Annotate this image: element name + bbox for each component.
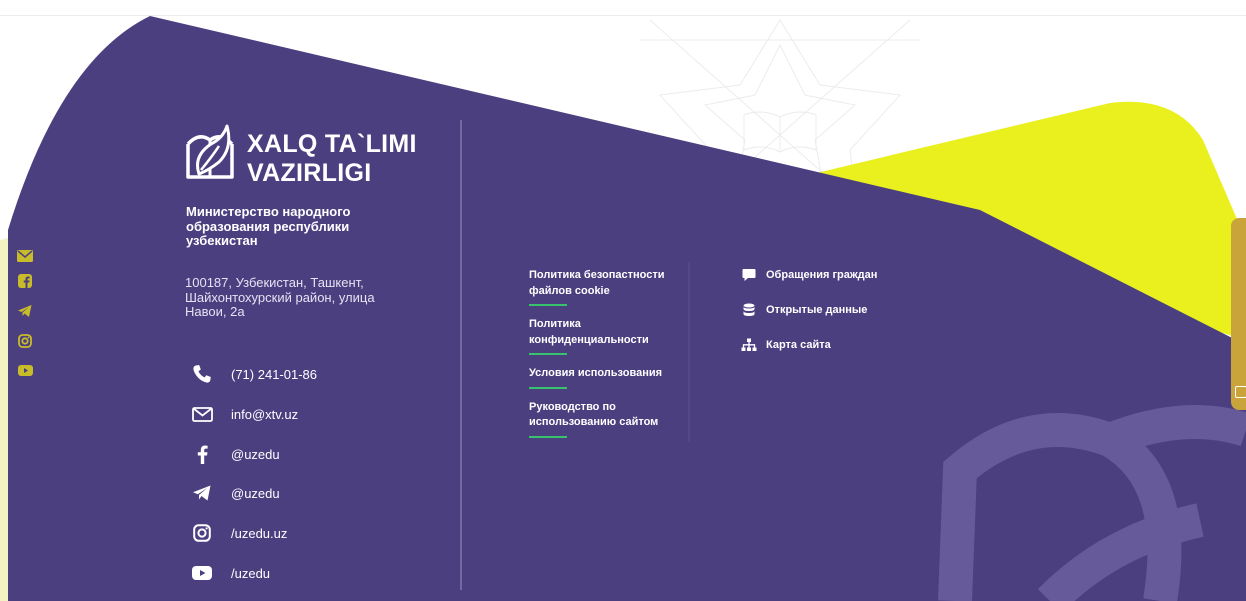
chat-icon: [741, 267, 757, 283]
citizens-appeals-link[interactable]: Обращения граждан: [741, 266, 877, 284]
policy-cookie-label: Политика безопастности файлов cookie: [529, 269, 665, 297]
policy-terms-link[interactable]: Условия использования: [529, 366, 689, 389]
sitemap-label: Карта сайта: [766, 339, 831, 351]
contact-facebook[interactable]: @uzedu: [191, 442, 431, 466]
policy-underline: [529, 386, 567, 389]
ministry-logo-icon[interactable]: [185, 122, 235, 180]
database-icon: [741, 302, 757, 318]
contact-youtube[interactable]: /uzedu: [191, 561, 431, 585]
facebook-icon: [191, 443, 213, 465]
contact-instagram[interactable]: /uzedu.uz: [191, 521, 431, 545]
contact-telegram-text: @uzedu: [231, 485, 280, 501]
policy-underline: [529, 435, 567, 438]
instagram-icon[interactable]: [16, 333, 34, 349]
side-feedback-tab[interactable]: [1231, 218, 1246, 410]
logo-text[interactable]: XALQ TA`LIMI VAZIRLIGI: [247, 130, 417, 188]
policy-list: Политика безопастности файлов cookie Пол…: [529, 268, 689, 438]
policy-underline: [529, 353, 567, 355]
contact-email-text: info@xtv.uz: [231, 406, 299, 422]
ministry-name: Министерство народного образования респу…: [186, 204, 351, 248]
contact-phone[interactable]: (71) 241-01-86: [191, 362, 431, 386]
mail-icon[interactable]: [16, 248, 34, 264]
sitemap-link[interactable]: Карта сайта: [741, 336, 877, 354]
open-data-link[interactable]: Открытые данные: [741, 301, 877, 319]
contact-youtube-text: /uzedu: [231, 565, 271, 581]
telegram-icon: [191, 482, 213, 504]
instagram-icon: [191, 522, 213, 544]
side-social-strip: [8, 238, 39, 376]
policy-terms-label: Условия использования: [529, 367, 663, 379]
sitemap-icon: [741, 337, 757, 353]
citizens-appeals-label: Обращения граждан: [766, 269, 878, 281]
address: 100187, Узбекистан, Ташкент, Шайхонтохур…: [185, 275, 375, 319]
footer: XALQ TA`LIMI VAZIRLIGI Министерство наро…: [0, 0, 1246, 601]
policy-privacy-link[interactable]: Политика конфиденциальности: [529, 317, 669, 355]
contact-phone-text: (71) 241-01-86: [231, 366, 317, 382]
logo-line-1: XALQ TA`LIMI: [247, 130, 417, 158]
youtube-icon[interactable]: [16, 362, 34, 378]
facebook-icon[interactable]: [16, 273, 34, 289]
policy-guide-link[interactable]: Руководство по использованию сайтом: [529, 400, 674, 438]
contact-list: (71) 241-01-86 info@xtv.uz @uzedu @uzedu…: [191, 362, 431, 585]
contact-facebook-text: @uzedu: [231, 446, 280, 462]
policy-cookie-link[interactable]: Политика безопастности файлов cookie: [529, 268, 689, 306]
feedback-icon: [1235, 386, 1246, 398]
policy-privacy-label: Политика конфиденциальности: [529, 318, 649, 346]
logo-line-2: VAZIRLIGI: [247, 159, 372, 187]
youtube-icon: [191, 562, 213, 584]
telegram-icon[interactable]: [16, 303, 34, 319]
open-data-label: Открытые данные: [766, 304, 868, 316]
contact-instagram-text: /uzedu.uz: [231, 525, 288, 541]
contact-email[interactable]: info@xtv.uz: [191, 402, 431, 426]
contact-telegram[interactable]: @uzedu: [191, 481, 431, 505]
policy-underline: [529, 304, 567, 306]
policy-guide-label: Руководство по использованию сайтом: [529, 400, 659, 429]
quick-links: Обращения граждан Открытые данные Карта …: [741, 266, 877, 354]
mail-icon: [191, 403, 213, 425]
phone-icon: [191, 363, 213, 385]
